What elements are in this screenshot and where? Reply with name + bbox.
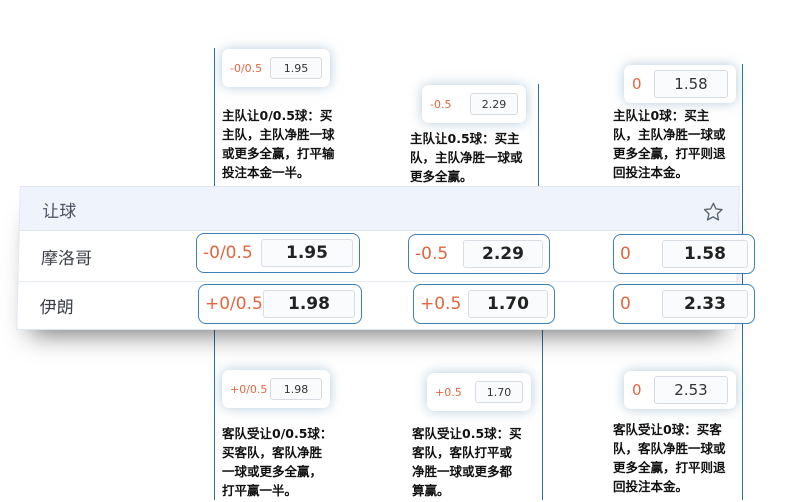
odds-button-away-2[interactable]: +0.5 1.70 (413, 284, 555, 324)
callout-bubble: -0/0.5 1.95 (222, 49, 330, 87)
odds-button-home-2[interactable]: -0.5 2.29 (408, 234, 550, 274)
team-name-home: 摩洛哥 (40, 249, 93, 269)
odds-button-home-1[interactable]: -0/0.5 1.95 (196, 233, 360, 273)
callout-odds: 2.29 (470, 93, 518, 115)
odds-value: 1.58 (662, 240, 748, 268)
callout-bubble: +0.5 1.70 (427, 373, 531, 411)
odds-button-home-3[interactable]: 0 1.58 (613, 234, 755, 274)
callout-line: -0.5 (430, 97, 452, 111)
odds-button-away-1[interactable]: +0/0.5 1.98 (198, 284, 362, 324)
callout-odds: 1.58 (654, 70, 728, 98)
card-header: 让球 (19, 187, 739, 231)
odds-line: +0.5 (420, 294, 462, 314)
odds-line: 0 (620, 294, 631, 314)
callout-odds: 1.98 (270, 378, 322, 400)
callout-line: +0.5 (435, 385, 462, 399)
odds-value: 1.98 (263, 290, 355, 318)
odds-value: 2.33 (662, 290, 748, 318)
team-name-away: 伊朗 (39, 298, 74, 318)
callout-bubble: 0 2.53 (624, 371, 736, 409)
card-title: 让球 (41, 202, 77, 222)
callout-description: 主队让0球：买主 队，主队净胜一球或 更多全赢，打平则退 回投注本金。 (613, 108, 726, 180)
callout-description: 主队让0.5球：买主 队，主队净胜一球或 更多全赢。 (410, 131, 523, 184)
odds-line: -0.5 (415, 244, 449, 264)
callout-line: +0/0.5 (230, 382, 268, 396)
odds-line: 0 (620, 244, 631, 264)
callout-line: 0 (632, 381, 642, 399)
odds-line: +0/0.5 (205, 294, 263, 314)
callout-description: 客队受让0球：买客 队，客队净胜一球或 更多全赢，打平则退 回投注本金。 (613, 422, 726, 494)
callout-bubble: +0/0.5 1.98 (222, 370, 330, 408)
odds-button-away-3[interactable]: 0 2.33 (613, 284, 755, 324)
odds-value: 2.29 (463, 240, 543, 268)
odds-line: -0/0.5 (203, 243, 253, 263)
callout-line: 0 (632, 75, 642, 93)
callout-bubble: 0 1.58 (624, 65, 736, 103)
callout-odds: 1.95 (270, 57, 322, 79)
callout-bubble: -0.5 2.29 (422, 85, 526, 123)
callout-description: 客队受让0/0.5球： 买客队，客队净胜 一球或更多全赢， 打平赢一半。 (222, 426, 333, 498)
callout-description: 主队让0/0.5球：买 主队，主队净胜一球 或更多全赢，打平输 投注本金一半。 (222, 108, 335, 180)
callout-odds: 2.53 (654, 376, 728, 404)
odds-value: 1.95 (261, 239, 353, 267)
callout-description: 客队受让0.5球：买 客队，客队打平或 净胜一球或更多都 算赢。 (412, 426, 522, 498)
callout-line: -0/0.5 (230, 61, 263, 75)
row-divider (18, 281, 737, 282)
star-icon[interactable] (702, 201, 725, 223)
odds-value: 1.70 (468, 290, 548, 318)
callout-odds: 1.70 (475, 381, 523, 403)
